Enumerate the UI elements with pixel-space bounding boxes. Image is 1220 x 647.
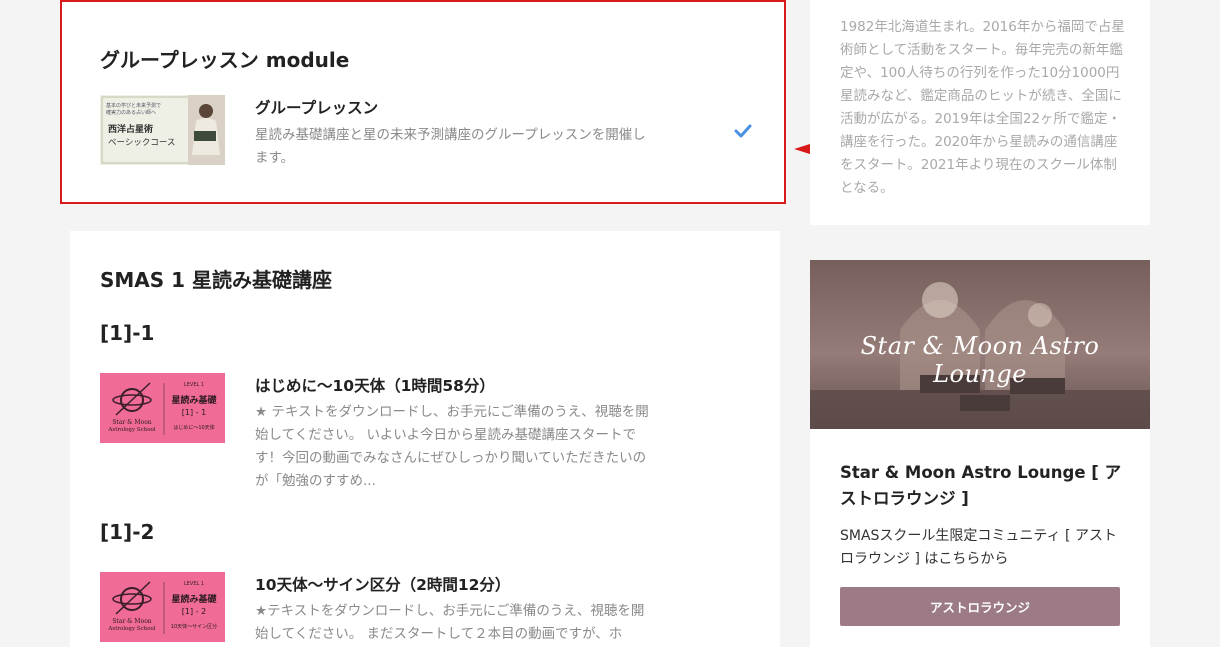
group-lesson-module-card: グループレッスン module 基本の学びと未来予測で 確実力のある占い師へ 西… bbox=[60, 0, 786, 204]
thumb-sub: 10天体〜サイン区分 bbox=[170, 624, 218, 630]
lesson-thumbnail[interactable]: Star & Moon Astrology School LEVEL 1 星読み… bbox=[100, 572, 225, 642]
group-lesson-description: 星読み基礎講座と星の未来予測講座のグループレッスンを開催します。 bbox=[255, 127, 646, 166]
lesson-title[interactable]: 10天体〜サイン区分（2時間12分） bbox=[255, 573, 510, 595]
lesson-title[interactable]: はじめに〜10天体（1時間58分） bbox=[255, 374, 495, 396]
lounge-card: Star & Moon Astro Lounge Star & Moon Ast… bbox=[810, 260, 1150, 647]
thumb-course: 西洋占星術 bbox=[108, 125, 154, 135]
profile-card: 1982年北海道生まれ。2016年から福岡で占星術師として活動をスタート。毎年完… bbox=[810, 0, 1150, 225]
course-section-card: SMAS 1 星読み基礎講座 [1]-1 Star & Moon Astrolo… bbox=[70, 231, 780, 647]
thumb-code: [1] - 1 bbox=[181, 408, 207, 417]
lounge-title: Star & Moon Astro Lounge [ アストロラウンジ ] bbox=[840, 463, 1122, 508]
thumb-school2: Astrology School bbox=[108, 427, 156, 433]
section-title: SMAS 1 星読み基礎講座 bbox=[100, 268, 333, 292]
lounge-description: SMASスクール生限定コミュニティ [ アストロラウンジ ] はこちらから bbox=[840, 528, 1117, 567]
thumb-name: 星読み基礎 bbox=[171, 396, 217, 406]
lesson-description: ★ テキストをダウンロードし、お手元にご準備のうえ、視聴を開始してください。 い… bbox=[255, 404, 649, 489]
astro-lounge-button[interactable]: アストロラウンジ bbox=[840, 587, 1120, 626]
lounge-image[interactable]: Star & Moon Astro Lounge bbox=[810, 260, 1150, 429]
thumb-level: LEVEL 1 bbox=[183, 581, 205, 587]
thumb-name: 星読み基礎 bbox=[171, 595, 217, 605]
thumb-line2: 確実力のある占い師へ bbox=[106, 110, 157, 116]
thumb-sub: はじめに〜10天体 bbox=[173, 425, 215, 431]
lesson-description: ★テキストをダウンロードし、お手元にご準備のうえ、視聴を開始してください。 まだ… bbox=[255, 603, 645, 642]
group-lesson-thumbnail[interactable]: 基本の学びと未来予測で 確実力のある占い師へ 西洋占星術 ベーシックコース bbox=[100, 95, 225, 165]
check-icon bbox=[734, 124, 752, 138]
group-lesson-title[interactable]: グループレッスン bbox=[255, 96, 378, 118]
lesson-number: [1]-2 bbox=[100, 520, 155, 544]
thumb-line1: 基本の学びと未来予測で bbox=[106, 103, 162, 109]
lesson-thumbnail[interactable]: Star & Moon Astrology School LEVEL 1 星読み… bbox=[100, 373, 225, 443]
thumb-school: Star & Moon bbox=[112, 419, 152, 426]
module-title: グループレッスン module bbox=[100, 48, 350, 72]
profile-text: 1982年北海道生まれ。2016年から福岡で占星術師として活動をスタート。毎年完… bbox=[840, 19, 1125, 196]
lounge-image-text: Star & Moon Astro Lounge bbox=[860, 332, 1100, 388]
lesson-number: [1]-1 bbox=[100, 321, 155, 345]
thumb-course2: ベーシックコース bbox=[108, 138, 176, 148]
thumb-level: LEVEL 1 bbox=[183, 382, 205, 388]
thumb-code: [1] - 2 bbox=[181, 607, 207, 616]
thumb-school2: Astrology School bbox=[108, 626, 156, 632]
thumb-school: Star & Moon bbox=[112, 618, 152, 625]
